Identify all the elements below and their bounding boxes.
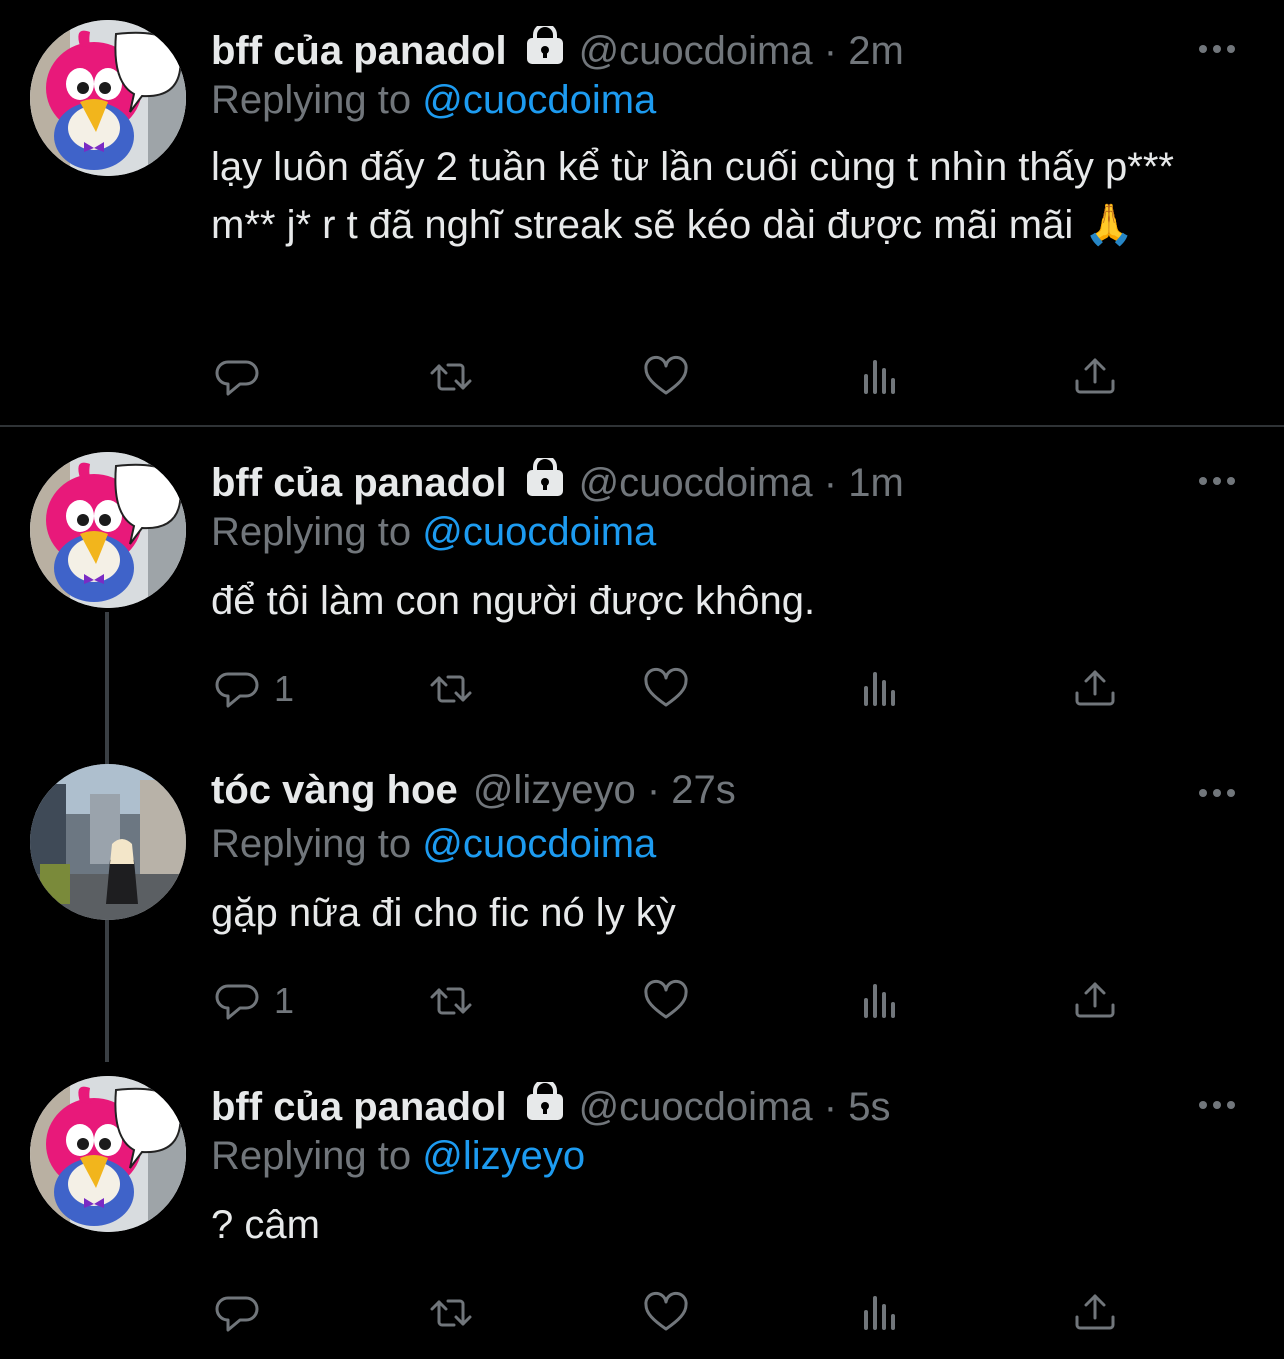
tweet-text: để tôi làm con người được không. <box>211 579 816 623</box>
reply-count: 1 <box>274 668 295 709</box>
share-button[interactable] <box>1072 976 1118 1026</box>
replying-to-mention[interactable]: @cuocdoima <box>422 78 656 122</box>
like-button[interactable] <box>643 976 689 1026</box>
tweet[interactable]: bff của panadol @cuocdoima · 1m Replying … <box>0 428 1284 748</box>
retweet-button[interactable] <box>428 352 474 402</box>
tweet-text: gặp nữa đi cho fic nó ly kỳ <box>211 891 676 935</box>
retweet-icon <box>430 675 472 703</box>
separator-dot: · <box>823 461 838 505</box>
tweet-divider <box>0 425 1284 427</box>
timestamp[interactable]: 5s <box>848 1085 890 1129</box>
like-icon <box>644 355 688 395</box>
more-icon[interactable] <box>1199 786 1239 798</box>
replying-to-mention[interactable]: @lizyeyo <box>422 1134 585 1178</box>
replying-prefix: Replying to <box>211 510 412 554</box>
more-icon[interactable] <box>1199 474 1239 486</box>
reply-icon <box>215 360 259 396</box>
separator-dot: · <box>823 29 838 73</box>
views-icon <box>864 984 895 1018</box>
reply-icon <box>215 1296 259 1332</box>
retweet-icon <box>430 987 472 1015</box>
views-button[interactable] <box>858 976 904 1026</box>
like-icon <box>644 979 688 1019</box>
share-icon <box>1075 982 1115 1018</box>
retweet-button[interactable] <box>428 1288 474 1338</box>
share-icon <box>1075 358 1115 394</box>
like-icon <box>644 667 688 707</box>
tweet[interactable]: bff của panadol @cuocdoima · 2m Replying … <box>0 0 1284 425</box>
timestamp[interactable]: 1m <box>848 461 904 505</box>
reply-button[interactable]: 1 <box>214 664 294 714</box>
lock-icon <box>524 458 565 498</box>
reply-icon <box>215 672 259 708</box>
more-icon[interactable] <box>1199 1098 1239 1110</box>
share-button[interactable] <box>1072 1288 1118 1338</box>
views-icon <box>864 360 895 394</box>
share-button[interactable] <box>1072 664 1118 714</box>
reply-icon <box>215 984 259 1020</box>
user-handle[interactable]: @cuocdoima <box>579 1085 813 1129</box>
views-icon <box>864 1296 895 1330</box>
replying-to-mention[interactable]: @cuocdoima <box>422 510 656 554</box>
timestamp[interactable]: 27s <box>671 768 736 812</box>
reply-button[interactable] <box>214 1288 274 1338</box>
like-button[interactable] <box>643 1288 689 1338</box>
views-button[interactable] <box>858 664 904 714</box>
replying-to-mention[interactable]: @cuocdoima <box>422 822 656 866</box>
more-icon[interactable] <box>1199 42 1239 54</box>
lock-icon <box>524 26 565 66</box>
display-name[interactable]: bff của panadol <box>211 461 507 505</box>
avatar[interactable] <box>30 452 186 608</box>
replying-prefix: Replying to <box>211 1134 412 1178</box>
tweet[interactable]: tóc vàng hoe @lizyeyo · 27s Replying to … <box>0 740 1284 1060</box>
display-name[interactable]: bff của panadol <box>211 1085 507 1129</box>
avatar[interactable] <box>30 20 186 176</box>
user-handle[interactable]: @cuocdoima <box>579 29 813 73</box>
tweet-text: lạy luôn đấy 2 tuần kể từ lần cuối cùng … <box>211 145 1174 247</box>
user-handle[interactable]: @lizyeyo <box>473 768 636 812</box>
reply-button[interactable]: 1 <box>214 976 294 1026</box>
views-icon <box>864 672 895 706</box>
lock-icon <box>524 1082 565 1122</box>
tweet-text: ? câm <box>211 1203 320 1247</box>
retweet-icon <box>430 1299 472 1327</box>
replying-prefix: Replying to <box>211 822 412 866</box>
share-button[interactable] <box>1072 352 1118 402</box>
share-icon <box>1075 670 1115 706</box>
replying-prefix: Replying to <box>211 78 412 122</box>
share-icon <box>1075 1294 1115 1330</box>
views-button[interactable] <box>858 1288 904 1338</box>
tweet[interactable]: bff của panadol @cuocdoima · 5s Replying … <box>0 1052 1284 1359</box>
avatar[interactable] <box>30 1076 186 1232</box>
separator-dot: · <box>823 1085 838 1129</box>
separator-dot: · <box>646 768 661 812</box>
retweet-icon <box>430 363 472 391</box>
like-button[interactable] <box>643 352 689 402</box>
views-button[interactable] <box>858 352 904 402</box>
display-name[interactable]: tóc vàng hoe <box>211 768 458 812</box>
reply-count: 1 <box>274 980 295 1021</box>
display-name[interactable]: bff của panadol <box>211 29 507 73</box>
reply-button[interactable] <box>214 352 274 402</box>
like-icon <box>644 1291 688 1331</box>
timestamp[interactable]: 2m <box>848 29 904 73</box>
retweet-button[interactable] <box>428 976 474 1026</box>
avatar[interactable] <box>30 764 186 920</box>
user-handle[interactable]: @cuocdoima <box>579 461 813 505</box>
retweet-button[interactable] <box>428 664 474 714</box>
like-button[interactable] <box>643 664 689 714</box>
